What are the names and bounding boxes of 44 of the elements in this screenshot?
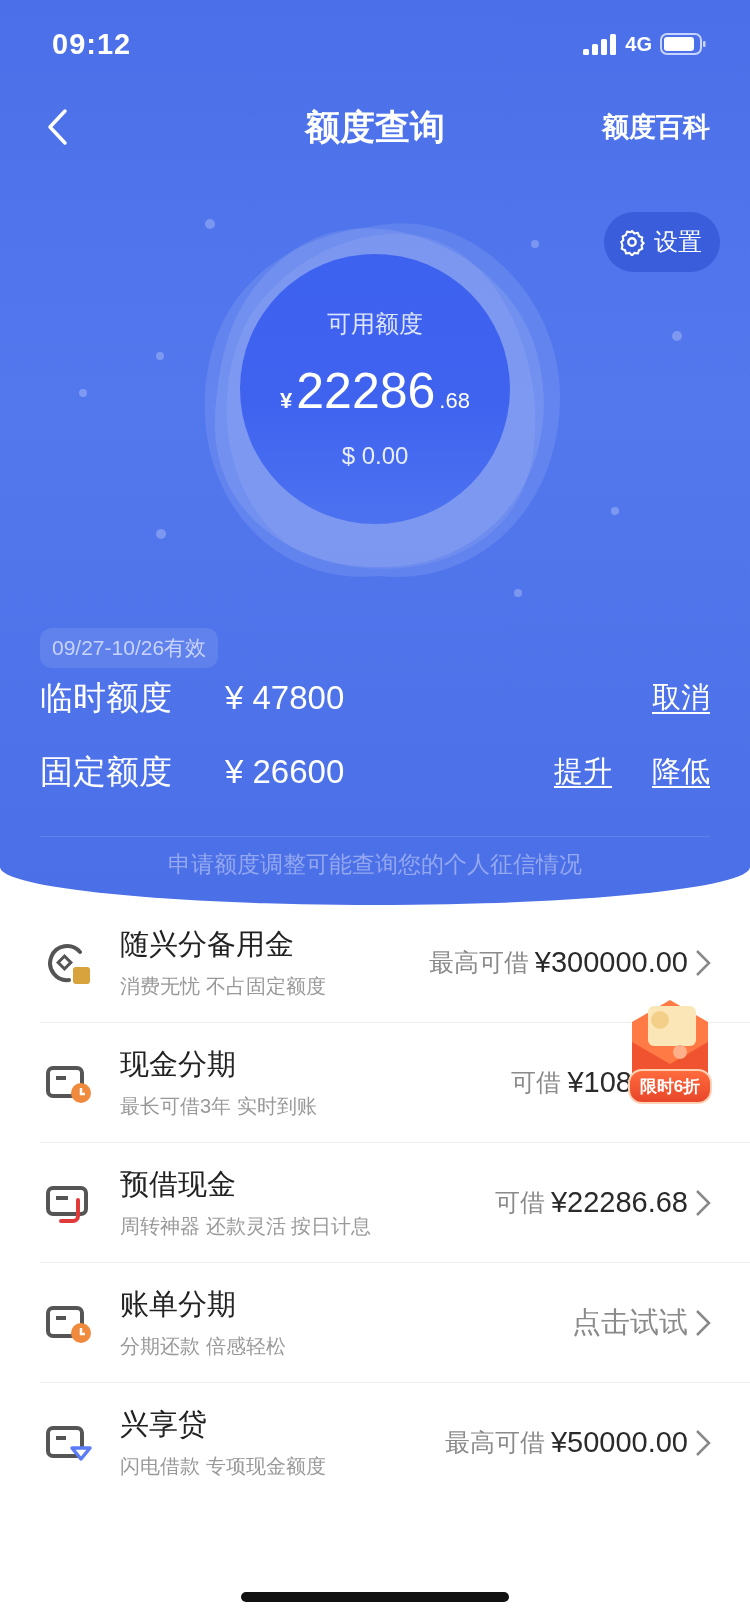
product-prefix: 可借 [494,1187,545,1218]
encyclopedia-link[interactable]: 额度百科 [602,109,710,145]
product-amount: ¥50000.00 [550,1426,688,1459]
currency-symbol: ¥ [280,388,293,414]
product-row[interactable]: 预借现金 周转神器 还款灵活 按日计息 可借 ¥22286.68 [40,1143,750,1263]
product-title: 现金分期 [120,1047,237,1082]
credit-notice: 申请额度调整可能查询您的个人征信情况 [168,851,582,877]
available-credit-label: 可用额度 [327,309,423,339]
product-title: 随兴分备用金 [120,927,295,962]
product-subtitle: 消费无忧 不占固定额度 [120,974,327,999]
limit-label: 固定额度 [40,751,173,792]
usd-amount: $ 0.00 [341,442,409,470]
limit-label: 临时额度 [40,677,173,718]
limit-action-link[interactable]: 提升 [554,752,612,792]
product-title: 兴享贷 [120,1407,208,1442]
product-amount: ¥300000.00 [534,946,688,979]
limit-action-link[interactable]: 降低 [652,752,710,792]
product-title: 账单分期 [120,1287,237,1322]
product-prefix: 最高可借 [428,947,529,978]
available-credit-amount: 22286 [296,362,436,420]
limit-action-link[interactable]: 取消 [652,678,710,718]
page-title: 额度查询 [305,105,445,148]
product-title: 预借现金 [120,1167,237,1202]
battery-icon [660,32,706,56]
product-row[interactable]: 账单分期 分期还款 倍感轻松 点击试试 [40,1263,750,1383]
product-subtitle: 最长可借3年 实时到账 [120,1094,318,1119]
product-amount: ¥22286.68 [550,1186,688,1219]
status-time: 09:12 [52,27,132,61]
amount-decimals: .68 [439,388,470,414]
signal-icon [583,33,618,55]
validity-tag: 09/27-10/26有效 [40,628,219,668]
settings-button[interactable]: 设置 [604,212,720,272]
settings-icon [618,228,646,256]
product-subtitle: 周转神器 还款灵活 按日计息 [120,1214,373,1239]
limit-value: ¥ 47800 [225,679,346,717]
product-prefix: 可借 [511,1067,562,1098]
product-subtitle: 闪电借款 专项现金额度 [120,1454,327,1479]
limit-value: ¥ 26600 [225,753,346,791]
product-prefix: 点击试试 [572,1304,688,1340]
network-label: 4G [625,32,652,56]
product-prefix: 最高可借 [444,1427,545,1458]
product-row[interactable]: 兴享贷 闪电借款 专项现金额度 最高可借 ¥50000.00 [40,1383,750,1502]
product-subtitle: 分期还款 倍感轻松 [120,1334,287,1359]
back-icon [46,108,68,146]
